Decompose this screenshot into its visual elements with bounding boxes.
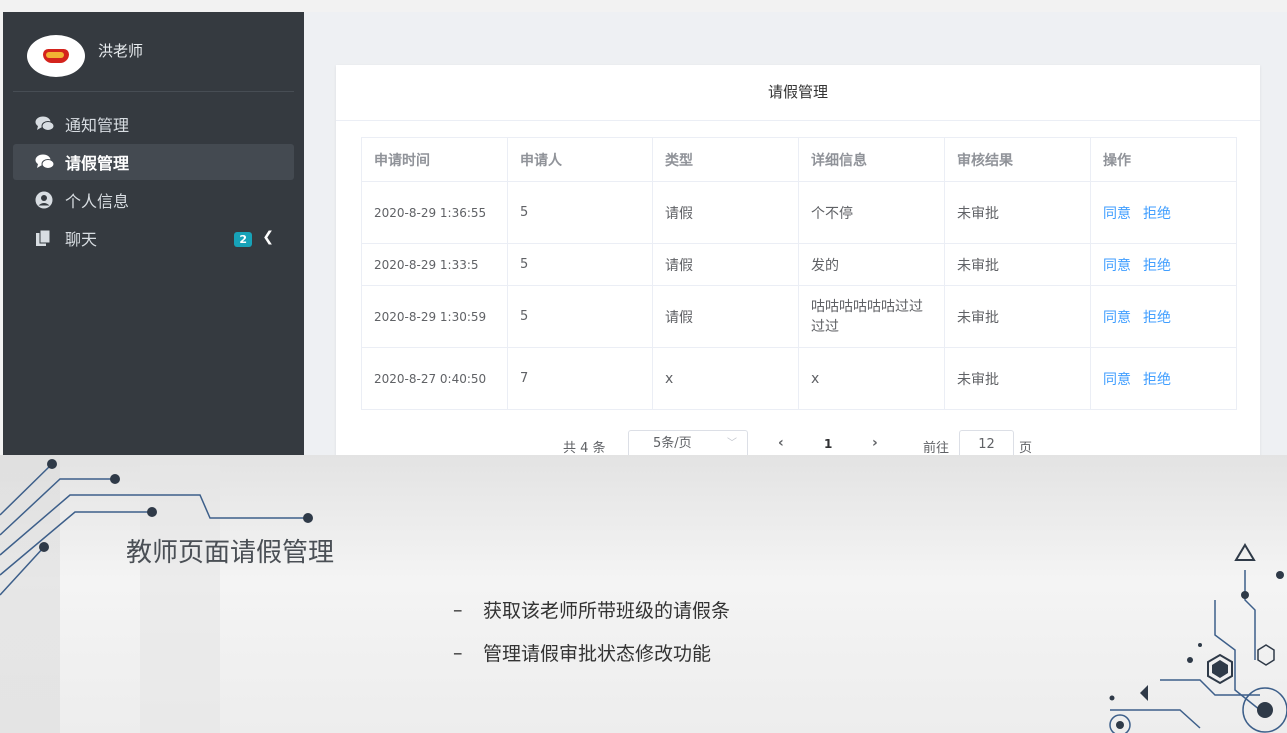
sidebar-item-notice[interactable]: 通知管理 [13,106,294,142]
sidebar-item-label: 个人信息 [65,192,130,211]
reject-button[interactable]: 拒绝 [1143,372,1171,388]
agree-button[interactable]: 同意 [1103,372,1131,388]
cell-applicant: 5 [507,243,653,286]
slide-bullet: – 获取该老师所带班级的请假条 [453,588,730,631]
avatar[interactable] [27,35,85,77]
cell-detail: 个不停 [798,181,945,244]
cell-detail: 咕咕咕咕咕咕过过过过 [798,285,945,348]
next-page-button[interactable]: › [872,435,878,451]
page-title: 请假管理 [336,65,1260,121]
page-size-value: 5条/页 [653,436,692,451]
cell-detail: x [798,347,945,410]
user-profile: 洪老师 [13,12,294,92]
cell-applicant: 5 [507,181,653,244]
table-header-row: 申请时间 申请人 类型 详细信息 审核结果 操作 [361,137,1237,182]
column-header[interactable]: 申请时间 [361,137,508,182]
bullet-text: 获取该老师所带班级的请假条 [483,600,731,622]
cell-actions: 同意 拒绝 [1090,347,1237,410]
reject-button[interactable]: 拒绝 [1143,206,1171,222]
cell-detail: 发的 [798,243,945,286]
sidebar-item-chat[interactable]: 聊天 2 ❮ [13,220,294,256]
cell-time: 2020-8-29 1:30:59 [361,285,508,348]
cell-time: 2020-8-29 1:36:55 [361,181,508,244]
table-row: 2020-8-27 0:40:50 7 x x 未审批 同意 拒绝 [361,347,1237,410]
comments-icon [35,115,57,133]
sidebar-item-leave[interactable]: 请假管理 [13,144,294,180]
cell-type: x [652,347,799,410]
prev-page-button[interactable]: ‹ [778,435,784,451]
agree-button[interactable]: 同意 [1103,206,1131,222]
sidebar: 洪老师 通知管理 请假管理 个人信息 聊天 2 ❮ [3,12,304,455]
cell-result: 未审批 [944,181,1091,244]
cell-type: 请假 [652,243,799,286]
copy-icon [35,229,57,247]
user-circle-icon [35,191,57,209]
sidebar-item-label: 通知管理 [65,116,130,135]
sidebar-item-label: 聊天 [65,230,98,249]
chat-badge: 2 [234,232,252,247]
cell-time: 2020-8-27 0:40:50 [361,347,508,410]
slide-bullet: – 管理请假审批状态修改功能 [453,631,730,674]
chevron-left-icon[interactable]: ❮ [262,229,274,245]
agree-button[interactable]: 同意 [1103,258,1131,274]
goto-page-input[interactable] [959,430,1014,455]
pagination: 共 4 条 5条/页 ﹀ ‹ 1 › 前往 页 [336,430,1260,455]
page-size-select[interactable]: 5条/页 ﹀ [628,430,748,455]
goto-label: 前往 [923,441,950,455]
cell-type: 请假 [652,285,799,348]
column-header[interactable]: 操作 [1090,137,1237,182]
cell-actions: 同意 拒绝 [1090,181,1237,244]
bullet-dash: – [453,641,463,664]
slide-bullet-list: – 获取该老师所带班级的请假条 – 管理请假审批状态修改功能 [453,588,730,674]
reject-button[interactable]: 拒绝 [1143,310,1171,326]
agree-button[interactable]: 同意 [1103,310,1131,326]
column-header[interactable]: 申请人 [507,137,653,182]
pagination-total: 共 4 条 [563,441,606,455]
cell-result: 未审批 [944,347,1091,410]
cell-time: 2020-8-29 1:33:5 [361,243,508,286]
column-header[interactable]: 详细信息 [798,137,945,182]
cell-applicant: 7 [507,347,653,410]
leave-table: 申请时间 申请人 类型 详细信息 审核结果 操作 2020-8-29 1:36:… [361,137,1237,410]
cell-actions: 同意 拒绝 [1090,285,1237,348]
bullet-text: 管理请假审批状态修改功能 [483,643,712,665]
page-number-current[interactable]: 1 [824,437,832,451]
reject-button[interactable]: 拒绝 [1143,258,1171,274]
column-header[interactable]: 审核结果 [944,137,1091,182]
table-row: 2020-8-29 1:33:5 5 请假 发的 未审批 同意 拒绝 [361,243,1237,286]
sidebar-item-profile[interactable]: 个人信息 [13,182,294,218]
leave-table-wrapper: 申请时间 申请人 类型 详细信息 审核结果 操作 2020-8-29 1:36:… [361,137,1238,410]
table-row: 2020-8-29 1:30:59 5 请假 咕咕咕咕咕咕过过过过 未审批 同意… [361,285,1237,348]
circuit-decoration-right [1109,543,1287,733]
table-row: 2020-8-29 1:36:55 5 请假 个不停 未审批 同意 拒绝 [361,181,1237,244]
cell-result: 未审批 [944,285,1091,348]
cell-result: 未审批 [944,243,1091,286]
sidebar-menu: 通知管理 请假管理 个人信息 聊天 2 ❮ [3,106,304,256]
slide-title: 教师页面请假管理 [126,538,335,568]
cell-applicant: 5 [507,285,653,348]
goto-unit: 页 [1019,441,1033,455]
column-header[interactable]: 类型 [652,137,799,182]
username: 洪老师 [98,42,144,60]
cell-type: 请假 [652,181,799,244]
sidebar-item-label: 请假管理 [65,154,130,173]
leave-management-card: 请假管理 申请时间 申请人 类型 详细信息 审核结果 操作 2020-8-29 … [336,65,1260,455]
comments-icon [35,153,57,171]
avatar-logo-icon [43,49,69,63]
chevron-down-icon: ﹀ [727,438,737,449]
app-screenshot: 洪老师 通知管理 请假管理 个人信息 聊天 2 ❮ 请假管理 申请时间 申请人 … [3,12,1287,455]
cell-actions: 同意 拒绝 [1090,243,1237,286]
bullet-dash: – [453,598,463,621]
